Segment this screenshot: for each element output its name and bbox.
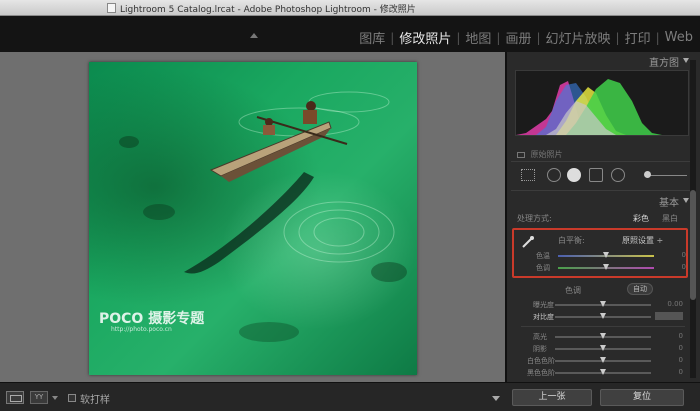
soft-proof-checkbox[interactable] xyxy=(68,394,76,402)
window-title: Lightroom 5 Catalog.lrcat - Adobe Photos… xyxy=(120,5,416,15)
highlights-slider-knob[interactable] xyxy=(600,333,606,339)
contrast-value-field[interactable] xyxy=(655,312,683,320)
red-eye-icon[interactable] xyxy=(567,168,581,182)
crop-overlay-icon[interactable] xyxy=(521,169,535,181)
module-slideshow[interactable]: 幻灯片放映 xyxy=(541,28,616,47)
original-photo-toggle[interactable]: 原始照片 xyxy=(517,149,563,160)
shadows-slider-row: 阴影 0 xyxy=(515,344,683,354)
module-print[interactable]: 打印 xyxy=(620,28,656,47)
checkbox-icon xyxy=(517,151,525,158)
module-picker: 图库 | 修改照片 | 地图 | 画册 | 幻灯片放映 | 打印 | Web xyxy=(0,16,700,52)
soft-proof-label: 软打样 xyxy=(80,395,110,406)
basic-title: 基本 xyxy=(659,198,679,209)
temperature-label: 色温 xyxy=(536,252,550,260)
blacks-slider-knob[interactable] xyxy=(600,369,606,375)
adjustment-brush-icon[interactable] xyxy=(644,171,651,178)
histogram-panel-header[interactable]: 直方图 xyxy=(511,54,691,69)
radial-filter-icon[interactable] xyxy=(611,168,625,182)
module-web[interactable]: Web xyxy=(660,30,698,45)
temperature-slider-row: 色温 0 xyxy=(518,251,686,261)
shadows-value[interactable]: 0 xyxy=(679,344,683,352)
exposure-value[interactable]: 0.00 xyxy=(667,300,683,308)
auto-tone-button[interactable]: 自动 xyxy=(627,283,653,295)
module-develop[interactable]: 修改照片 xyxy=(394,28,456,47)
photo-preview[interactable]: POCO 摄影专题 http://photo.poco.cn xyxy=(89,62,417,375)
contrast-label: 对比度 xyxy=(533,313,554,321)
highlights-value[interactable]: 0 xyxy=(679,332,683,340)
blacks-label: 黑色色阶 xyxy=(527,369,555,377)
collapse-triangle-icon xyxy=(683,198,689,203)
histogram-graph xyxy=(516,79,662,135)
tint-label: 色调 xyxy=(536,264,550,272)
contrast-slider-knob[interactable] xyxy=(600,313,606,319)
tint-value[interactable]: 0 xyxy=(682,263,686,271)
temperature-value[interactable]: 0 xyxy=(682,251,686,259)
right-panel-scroll-thumb[interactable] xyxy=(690,190,696,300)
reset-button[interactable]: 复位 xyxy=(600,389,684,406)
whites-label: 白色色阶 xyxy=(527,357,555,365)
histogram xyxy=(515,70,689,136)
develop-right-panel: 直方图 原始照片 基本 处理方式: 彩色 黑白 白平衡: 原照设置 ÷ 色温 0… xyxy=(505,52,700,382)
module-book[interactable]: 画册 xyxy=(500,28,536,47)
highlights-slider-row: 高光 0 xyxy=(515,332,683,342)
white-balance-eyedropper-icon[interactable] xyxy=(521,235,535,249)
tone-label: 色调 xyxy=(565,286,581,295)
module-library[interactable]: 图库 xyxy=(354,28,390,47)
tint-slider-row: 色调 0 xyxy=(518,263,686,273)
whites-slider-knob[interactable] xyxy=(600,357,606,363)
white-balance-label: 白平衡: xyxy=(558,236,585,245)
develop-canvas: POCO 摄影专题 http://photo.poco.cn xyxy=(0,52,505,382)
whites-value[interactable]: 0 xyxy=(679,356,683,364)
exposure-slider-knob[interactable] xyxy=(600,301,606,307)
previous-button[interactable]: 上一张 xyxy=(512,389,592,406)
panel-divider xyxy=(521,326,685,327)
before-after-button[interactable]: YY xyxy=(30,391,48,404)
white-balance-section: 白平衡: 原照设置 ÷ 色温 0 色调 0 xyxy=(512,228,688,278)
original-photo-label: 原始照片 xyxy=(530,150,563,159)
blacks-slider-row: 黑色色阶 0 xyxy=(515,368,683,378)
contrast-slider-row: 对比度 xyxy=(515,312,683,322)
loupe-view-icon[interactable] xyxy=(6,391,24,404)
graduated-filter-icon[interactable] xyxy=(589,168,603,182)
top-panel-collapse-icon[interactable] xyxy=(250,33,258,38)
brush-slider-track xyxy=(647,175,687,176)
treatment-label: 处理方式: xyxy=(517,214,552,223)
module-map[interactable]: 地图 xyxy=(460,28,496,47)
collapse-triangle-icon xyxy=(683,58,689,63)
exposure-label: 曝光度 xyxy=(533,301,554,309)
panel-divider xyxy=(511,161,691,162)
photo-watermark-url: http://photo.poco.cn xyxy=(111,326,172,333)
histogram-title: 直方图 xyxy=(649,58,679,69)
bottom-toolbar: YY 软打样 上一张 复位 xyxy=(0,382,700,411)
panel-divider xyxy=(511,190,691,191)
toolbar-content-dropdown-icon[interactable] xyxy=(492,396,500,401)
window-title-bar: Lightroom 5 Catalog.lrcat - Adobe Photos… xyxy=(0,0,700,16)
document-icon xyxy=(107,3,116,13)
exposure-slider-row: 曝光度 0.00 xyxy=(515,300,683,310)
before-after-dropdown-icon[interactable] xyxy=(52,396,58,400)
temperature-slider-knob[interactable] xyxy=(603,252,609,258)
highlights-label: 高光 xyxy=(533,333,547,341)
basic-panel-header[interactable]: 基本 xyxy=(511,194,691,209)
treatment-bw-option[interactable]: 黑白 xyxy=(662,213,678,224)
spot-removal-icon[interactable] xyxy=(547,168,561,182)
shadows-label: 阴影 xyxy=(533,345,547,353)
tool-strip xyxy=(511,164,691,188)
tint-slider-knob[interactable] xyxy=(603,264,609,270)
treatment-color-option[interactable]: 彩色 xyxy=(633,213,649,224)
blacks-value[interactable]: 0 xyxy=(679,368,683,376)
photo-watermark: POCO 摄影专题 xyxy=(99,311,205,327)
whites-slider-row: 白色色阶 0 xyxy=(515,356,683,366)
shadows-slider-knob[interactable] xyxy=(600,345,606,351)
white-balance-dropdown[interactable]: 原照设置 ÷ xyxy=(622,235,663,246)
